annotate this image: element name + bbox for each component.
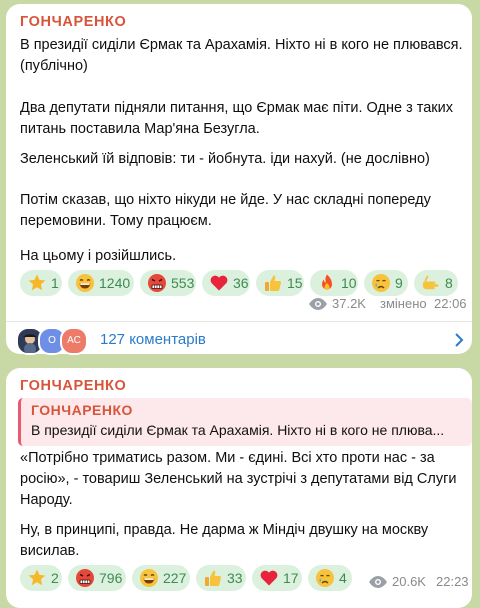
post-paragraph: «Потрібно триматись разом. Ми - єдині. В… (20, 448, 466, 511)
comments-count-label: 127 коментарів (100, 331, 206, 348)
edited-label: змінено (380, 296, 427, 311)
channel-post-2: ГОНЧАРЕНКО ГОНЧАРЕНКО В президії сиділи … (6, 368, 472, 608)
reaction-count: 17 (283, 570, 299, 586)
reaction-count: 33 (227, 570, 243, 586)
post-paragraph: В президії сиділи Єрмак та Арахамія. Ніх… (20, 35, 466, 77)
heart-icon (260, 570, 278, 586)
chevron-right-icon (455, 333, 464, 347)
thumbs-up-icon (205, 570, 221, 586)
text-line: висилав. (20, 543, 80, 559)
reaction-fire[interactable]: 10 (310, 270, 358, 296)
comments-link[interactable]: О АС 127 коментарів (6, 322, 472, 355)
reply-text: В президії сиділи Єрмак та Арахамія. Ніх… (31, 422, 445, 438)
reaction-count: 10 (341, 275, 357, 291)
text-line: перемовини. Тому працюєм. (20, 213, 212, 229)
text-line: Два депутати підняли питання, що Єрмак м… (20, 100, 453, 116)
grin-face-icon (140, 569, 158, 587)
text-line: питань поставила Мар'яна Безугла. (20, 121, 260, 137)
thumbs-up-icon (265, 275, 281, 291)
text-line: На цьому і розійшлись. (20, 248, 177, 264)
reaction-heart[interactable]: 36 (202, 270, 250, 296)
post-time: 22:23 (436, 574, 469, 589)
reaction-heart[interactable]: 17 (252, 565, 302, 591)
reaction-thumbs-up[interactable]: 33 (196, 565, 246, 591)
crying-face-icon (316, 569, 334, 587)
text-line: росію», - товариш Зеленський на зустрічі… (20, 471, 457, 487)
post-sender[interactable]: ГОНЧАРЕНКО (20, 378, 126, 394)
post-paragraph: Зеленський їй відповів: ти - йобнута. ід… (20, 149, 466, 170)
reaction-angry[interactable]: 553 (140, 270, 196, 296)
post-paragraph: Два депутати підняли питання, що Єрмак м… (20, 98, 466, 140)
angry-face-icon (76, 569, 94, 587)
reaction-star[interactable]: 1 (20, 270, 62, 296)
reaction-star[interactable]: 2 (20, 565, 62, 591)
reaction-grin[interactable]: 1240 (68, 270, 134, 296)
eye-icon (369, 576, 387, 588)
post-paragraph: Потім сказав, що ніхто нікуди не йде. У … (20, 190, 466, 232)
hand-icon (423, 275, 439, 290)
reaction-count: 9 (395, 275, 403, 291)
text-line: Ну, в принципі, правда. Не дарма ж Мінді… (20, 522, 429, 538)
text-line: Народу. (20, 492, 73, 508)
text-line: В президії сиділи Єрмак та Арахамія. Ніх… (20, 37, 463, 53)
reaction-count: 36 (233, 275, 249, 291)
reaction-count: 2 (51, 570, 59, 586)
text-line: Зеленський їй відповів: ти - йобнута. ід… (20, 151, 430, 167)
fire-icon (322, 274, 332, 290)
heart-icon (210, 275, 228, 291)
view-count: 20.6K (392, 574, 426, 589)
eye-icon (309, 298, 327, 310)
grin-face-icon (76, 274, 94, 292)
post-time: 22:06 (434, 296, 467, 311)
star-icon (28, 569, 46, 586)
post-paragraph: Ну, в принципі, правда. Не дарма ж Мінді… (20, 520, 466, 562)
reaction-hand[interactable]: 8 (414, 270, 458, 296)
text-line: (публічно) (20, 58, 88, 74)
reactions-bar: 2 796 227 33 17 4 (20, 565, 370, 591)
post-meta: 20.6K 22:23 (368, 574, 470, 592)
reaction-count: 1 (51, 275, 59, 291)
reply-sender: ГОНЧАРЕНКО (31, 402, 133, 418)
crying-face-icon (372, 274, 390, 292)
reaction-count: 8 (445, 275, 453, 291)
reaction-angry[interactable]: 796 (68, 565, 126, 591)
text-line: Потім сказав, що ніхто нікуди не йде. У … (20, 192, 431, 208)
reaction-crying[interactable]: 4 (308, 565, 352, 591)
post-sender[interactable]: ГОНЧАРЕНКО (20, 14, 126, 30)
angry-face-icon (148, 274, 166, 292)
text-line: «Потрібно триматись разом. Ми - єдині. В… (20, 450, 435, 466)
reaction-count: 15 (287, 275, 303, 291)
reaction-count: 796 (99, 570, 123, 586)
reaction-thumbs-up[interactable]: 15 (256, 270, 304, 296)
channel-post-1: ГОНЧАРЕНКО В президії сиділи Єрмак та Ар… (6, 4, 472, 355)
post-meta: 37.2K змінено 22:06 (308, 296, 470, 314)
reaction-crying[interactable]: 9 (364, 270, 408, 296)
reaction-grin[interactable]: 227 (132, 565, 190, 591)
reaction-count: 553 (171, 275, 195, 291)
reaction-count: 4 (339, 570, 347, 586)
reply-quote[interactable]: ГОНЧАРЕНКО В президії сиділи Єрмак та Ар… (18, 398, 472, 446)
view-count: 37.2K (332, 296, 366, 311)
star-icon (28, 274, 46, 291)
post-paragraph: На цьому і розійшлись. (20, 246, 466, 267)
avatar: АС (60, 327, 88, 355)
reaction-count: 1240 (99, 275, 131, 291)
reaction-count: 227 (163, 570, 187, 586)
reactions-bar: 1 1240 553 36 15 10 9 8 (20, 270, 470, 296)
